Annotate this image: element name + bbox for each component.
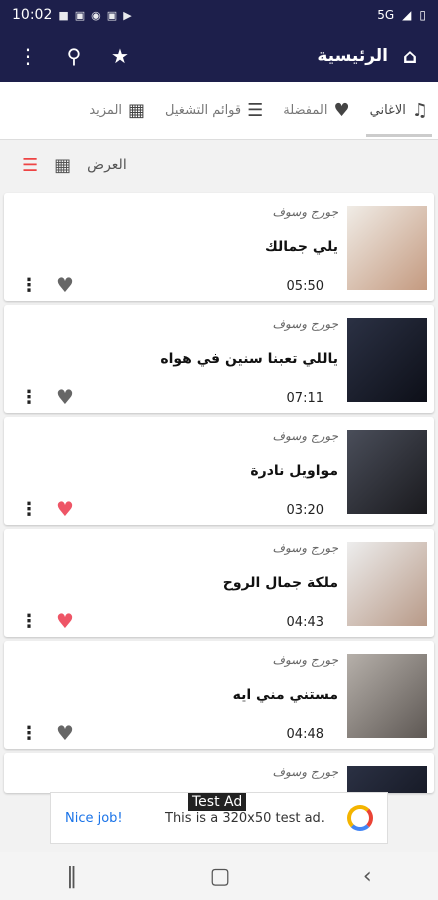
favorite-heart-icon[interactable]: ♥ [56, 273, 74, 297]
headphones-icon: ♫ [411, 100, 428, 121]
favorite-heart-icon[interactable]: ♥ [56, 609, 74, 633]
status-bar: 10:02 ■ ▣ ◉ ▣ ▶ 5G ◢ ▯ [0, 0, 438, 30]
list-item[interactable]: جورج وسوف مواويل نادرة 03:20 ⋮ ♥ [4, 417, 434, 525]
tab-label: المفضلة [283, 103, 328, 118]
song-artist: جورج وسوف [272, 765, 338, 779]
tab-label: قوائم التشغيل [165, 103, 242, 118]
album-art [347, 430, 427, 514]
star-icon[interactable]: ★ [106, 44, 134, 68]
favorite-heart-icon[interactable]: ♥ [56, 385, 74, 409]
more-options-icon[interactable]: ⋮ [20, 723, 38, 744]
pinterest-icon: ◉ [91, 8, 101, 22]
album-art [347, 766, 427, 793]
app-bar: ⋮ ⚲ ★ الرئيسية ⌂ [0, 30, 438, 82]
tab-bar: ♫ الاغاني ♥ المفضلة ☰ قوائم التشغيل ▦ ال… [0, 82, 438, 140]
list-item[interactable]: جورج وسوف يلي جمالك 05:50 ⋮ ♥ [4, 193, 434, 301]
song-title: ياللي تعبنا سنين في هواه [160, 351, 338, 367]
list-item[interactable]: جورج وسوف ياللي تعبنا سنين في هواه 07:11… [4, 305, 434, 413]
song-title: مستني مني ايه [232, 687, 338, 703]
ad-tag: Test Ad [188, 793, 247, 811]
tab-songs[interactable]: ♫ الاغاني [360, 82, 438, 139]
youtube-icon: ▶ [123, 8, 132, 22]
grid-view-icon[interactable]: ▦ [54, 155, 71, 176]
song-duration: 04:43 [286, 615, 324, 630]
home-icon[interactable]: ⌂ [396, 44, 424, 68]
ad-headline: Nice job! [65, 810, 123, 826]
song-artist: جورج وسوف [272, 429, 338, 443]
album-art [347, 542, 427, 626]
bag-icon: ■ [58, 8, 69, 22]
song-artist: جورج وسوف [272, 541, 338, 555]
tab-playlists[interactable]: ☰ قوائم التشغيل [155, 82, 273, 139]
song-duration: 05:50 [286, 279, 324, 294]
more-options-icon[interactable]: ⋮ [20, 611, 38, 632]
message-icon: ▣ [74, 8, 86, 22]
signal-icon: ◢ [402, 8, 412, 22]
view-toggle-row: ☰ ▦ العرض [0, 140, 438, 190]
list-view-icon[interactable]: ☰ [22, 155, 38, 176]
song-list: جورج وسوف يلي جمالك 05:50 ⋮ ♥ جورج وسوف … [4, 193, 434, 797]
home-button-icon[interactable]: ▢ [210, 864, 231, 889]
notification-icons: ■ ▣ ◉ ▣ ▶ [58, 9, 131, 22]
back-icon[interactable]: ‹ [363, 864, 372, 889]
favorite-heart-icon[interactable]: ♥ [56, 497, 74, 521]
list-item[interactable]: جورج وسوف مستني مني ايه 04:48 ⋮ ♥ [4, 641, 434, 749]
album-art [347, 206, 427, 290]
image-icon: ▣ [106, 8, 118, 22]
album-art [347, 654, 427, 738]
song-title: يلي جمالك [264, 239, 338, 255]
battery-icon: ▯ [419, 8, 426, 22]
song-artist: جورج وسوف [272, 317, 338, 331]
search-icon[interactable]: ⚲ [60, 44, 88, 68]
more-options-icon[interactable]: ⋮ [20, 275, 38, 296]
more-menu-icon[interactable]: ⋮ [14, 44, 42, 68]
clock: 10:02 [12, 7, 53, 23]
more-options-icon[interactable]: ⋮ [20, 499, 38, 520]
system-nav-bar: ‖ ▢ ‹ [0, 852, 438, 900]
view-label: العرض [87, 157, 127, 173]
page-title: الرئيسية [317, 46, 388, 66]
tab-label: المزيد [89, 103, 123, 118]
song-artist: جورج وسوف [272, 205, 338, 219]
signal-label: 5G [377, 8, 395, 22]
favorite-heart-icon[interactable]: ♥ [56, 721, 74, 745]
song-duration: 03:20 [286, 503, 324, 518]
song-artist: جورج وسوف [272, 653, 338, 667]
song-duration: 04:48 [286, 727, 324, 742]
ad-logo-icon [347, 805, 373, 831]
tab-more[interactable]: ▦ المزيد [79, 82, 155, 139]
song-title: ملكة جمال الروح [222, 575, 338, 591]
heart-icon: ♥ [333, 100, 350, 121]
song-title: مواويل نادرة [250, 463, 338, 479]
list-item[interactable]: جورج وسوف [4, 753, 434, 793]
grid-icon: ▦ [128, 100, 146, 121]
recent-apps-icon[interactable]: ‖ [66, 864, 77, 889]
tab-favorites[interactable]: ♥ المفضلة [273, 82, 359, 139]
song-duration: 07:11 [286, 391, 324, 406]
list-item[interactable]: جورج وسوف ملكة جمال الروح 04:43 ⋮ ♥ [4, 529, 434, 637]
more-options-icon[interactable]: ⋮ [20, 387, 38, 408]
tab-label: الاغاني [369, 103, 406, 118]
ad-text: This is a 320x50 test ad. [165, 810, 325, 826]
album-art [347, 318, 427, 402]
playlist-icon: ☰ [247, 100, 264, 121]
